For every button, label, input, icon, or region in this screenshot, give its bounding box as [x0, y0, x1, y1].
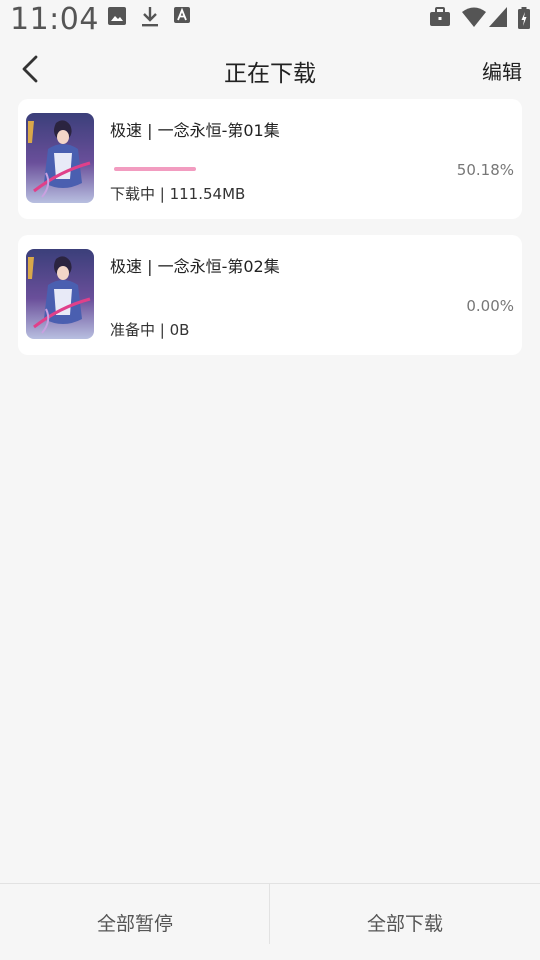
- page-title: 正在下载: [224, 61, 316, 87]
- battery-icon: [518, 7, 530, 29]
- download-status: 准备中 | 0B: [110, 321, 190, 339]
- episode-thumbnail: [26, 113, 94, 203]
- status-time: 11:04: [10, 2, 99, 37]
- briefcase-icon: [430, 7, 450, 29]
- progress-fill: [114, 167, 196, 171]
- download-icon: [141, 7, 159, 29]
- wifi-icon: [462, 7, 486, 29]
- progress-bar: [114, 167, 277, 171]
- download-status: 下载中 | 111.54MB: [110, 185, 246, 203]
- header: 正在下载 编辑: [0, 38, 540, 100]
- pause-all-button[interactable]: 全部暂停: [0, 884, 270, 960]
- episode-title: 极速 | 一念永恒-第02集: [110, 257, 280, 276]
- episode-thumbnail: [26, 249, 94, 339]
- edit-button[interactable]: 编辑: [482, 56, 522, 85]
- signal-icon: [489, 7, 507, 29]
- download-item[interactable]: 极速 | 一念永恒-第01集 50.18% 下载中 | 111.54MB: [18, 99, 522, 219]
- status-bar: 11:04: [0, 0, 540, 38]
- download-item[interactable]: 极速 | 一念永恒-第02集 0.00% 准备中 | 0B: [18, 235, 522, 355]
- image-icon: [108, 7, 126, 29]
- bottom-action-bar: 全部暂停 全部下载: [0, 883, 540, 960]
- progress-bar: [114, 303, 277, 307]
- progress-percent: 0.00%: [466, 297, 514, 315]
- font-icon: [174, 7, 190, 29]
- progress-percent: 50.18%: [456, 161, 514, 179]
- episode-title: 极速 | 一念永恒-第01集: [110, 121, 280, 140]
- download-all-button[interactable]: 全部下载: [270, 884, 540, 960]
